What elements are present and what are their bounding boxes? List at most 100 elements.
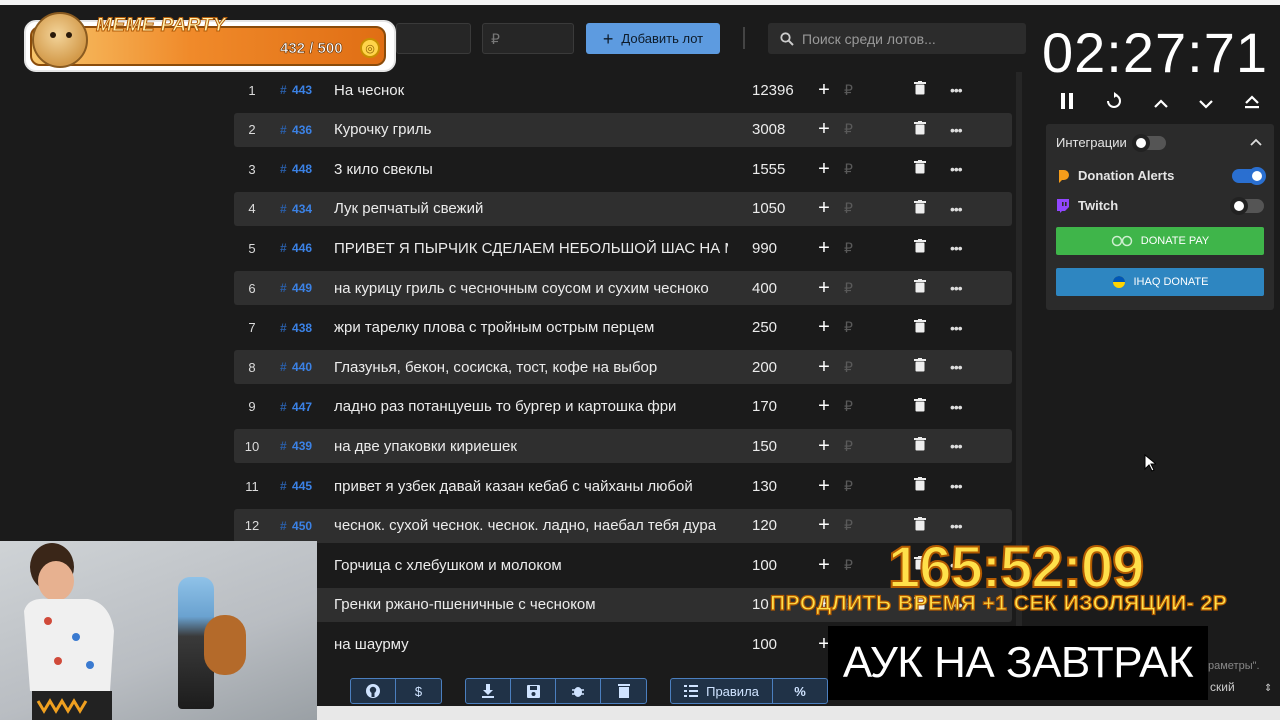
- ruble-icon[interactable]: ₽: [844, 438, 864, 455]
- lot-name[interactable]: ПРИВЕТ Я ПЫРЧИК СДЕЛАЕМ НЕБОЛЬШОЙ ШАС НА…: [334, 240, 728, 257]
- add-amount-button[interactable]: +: [812, 475, 836, 498]
- add-amount-button[interactable]: +: [812, 395, 836, 418]
- lot-name[interactable]: привет я узбек давай казан кебаб с чайха…: [334, 478, 728, 495]
- add-amount-button[interactable]: +: [812, 316, 836, 339]
- trash-icon[interactable]: [914, 437, 928, 455]
- trash-icon[interactable]: [914, 199, 928, 218]
- lot-row[interactable]: 1 # 443 На чеснок 12396 + ₽ •••: [234, 73, 1012, 107]
- add-lot-button[interactable]: + Добавить лот: [586, 23, 720, 54]
- ruble-icon[interactable]: ₽: [844, 82, 864, 99]
- amount-input[interactable]: ₽: [482, 23, 574, 54]
- donate-pay-button[interactable]: DONATE PAY: [1056, 227, 1264, 255]
- integrations-header[interactable]: Интеграции: [1056, 135, 1127, 150]
- ruble-icon[interactable]: ₽: [844, 478, 864, 495]
- save-button[interactable]: [511, 679, 556, 703]
- trash-icon[interactable]: [914, 318, 928, 337]
- more-options-icon[interactable]: •••: [950, 399, 970, 415]
- lot-name[interactable]: Гренки ржано-пшеничные с чесноком: [334, 596, 728, 613]
- add-amount-button[interactable]: +: [812, 554, 836, 577]
- add-amount-button[interactable]: +: [812, 514, 836, 537]
- github-button[interactable]: [351, 679, 396, 703]
- more-options-icon[interactable]: •••: [950, 201, 970, 217]
- lot-row[interactable]: 3 # 448 3 кило свеклы 1555 + ₽ •••: [234, 152, 1012, 186]
- lot-name[interactable]: ладно раз потанцуешь то бургер и картошк…: [334, 398, 728, 415]
- ihaq-donate-button[interactable]: IHAQ DONATE: [1056, 268, 1264, 296]
- bug-report-button[interactable]: [556, 679, 601, 703]
- lot-name[interactable]: Горчица с хлебушком и молоком: [334, 557, 728, 574]
- more-options-icon[interactable]: •••: [950, 359, 970, 375]
- add-amount-button[interactable]: +: [812, 237, 836, 260]
- lot-name[interactable]: на шаурму: [334, 636, 728, 653]
- trash-icon[interactable]: [914, 160, 928, 178]
- ruble-icon[interactable]: ₽: [844, 398, 864, 415]
- add-amount-button[interactable]: +: [812, 118, 836, 141]
- add-amount-button[interactable]: +: [812, 356, 836, 379]
- ruble-icon[interactable]: ₽: [844, 121, 864, 138]
- trash-icon[interactable]: [914, 477, 928, 495]
- search-input[interactable]: Поиск среди лотов...: [768, 23, 1026, 54]
- donation-alerts-toggle[interactable]: [1232, 167, 1266, 185]
- more-options-icon[interactable]: •••: [950, 438, 970, 454]
- ruble-icon[interactable]: ₽: [844, 319, 864, 336]
- double-time-button[interactable]: [1244, 93, 1260, 114]
- integrations-toggle[interactable]: [1132, 134, 1166, 152]
- reset-timer-button[interactable]: [1105, 91, 1123, 115]
- ruble-icon[interactable]: ₽: [844, 359, 864, 376]
- percent-button[interactable]: %: [773, 679, 827, 703]
- more-options-icon[interactable]: •••: [950, 161, 970, 177]
- ruble-icon[interactable]: ₽: [844, 161, 864, 178]
- lot-name[interactable]: 3 кило свеклы: [334, 161, 728, 178]
- lot-row[interactable]: 2 # 436 Курочку гриль 3008 + ₽ •••: [234, 112, 1012, 147]
- lot-row[interactable]: 4 # 434 Лук репчатый свежий 1050 + ₽ •••: [234, 191, 1012, 226]
- trash-icon[interactable]: [914, 239, 928, 257]
- more-options-icon[interactable]: •••: [950, 280, 970, 296]
- donate-dollar-button[interactable]: $: [396, 679, 441, 703]
- ruble-icon[interactable]: ₽: [844, 200, 864, 217]
- lot-name[interactable]: на курицу гриль с чесночным соусом и сух…: [334, 280, 728, 297]
- twitch-toggle[interactable]: [1230, 197, 1264, 215]
- more-options-icon[interactable]: •••: [950, 478, 970, 494]
- download-button[interactable]: [466, 679, 511, 703]
- trash-icon[interactable]: [914, 279, 928, 297]
- add-time-button[interactable]: [1154, 93, 1168, 114]
- lot-row[interactable]: 6 # 449 на курицу гриль с чесночным соусом…: [234, 271, 1012, 305]
- add-amount-button[interactable]: +: [812, 158, 836, 181]
- lot-name-input[interactable]: [396, 23, 471, 54]
- lot-name[interactable]: на две упаковки кириешек: [334, 438, 728, 455]
- add-amount-button[interactable]: +: [812, 197, 836, 220]
- lot-name[interactable]: Глазунья, бекон, сосиска, тост, кофе на …: [334, 359, 728, 376]
- more-options-icon[interactable]: •••: [950, 122, 970, 138]
- rules-button[interactable]: Правила: [671, 679, 773, 703]
- add-amount-button[interactable]: +: [812, 79, 836, 102]
- more-options-icon[interactable]: •••: [950, 320, 970, 336]
- ruble-icon[interactable]: ₽: [844, 517, 864, 534]
- lot-row[interactable]: 7 # 438 жри тарелку плова с тройным острым…: [234, 311, 1012, 345]
- lot-name[interactable]: жри тарелку плова с тройным острым перце…: [334, 319, 728, 336]
- add-amount-button[interactable]: +: [812, 277, 836, 300]
- pause-button[interactable]: [1060, 92, 1074, 114]
- trash-icon[interactable]: [914, 516, 928, 535]
- add-amount-button[interactable]: +: [812, 435, 836, 458]
- trash-icon[interactable]: [914, 120, 928, 139]
- trash-icon[interactable]: [914, 397, 928, 416]
- lot-row[interactable]: 8 # 440 Глазунья, бекон, сосиска, тост, к…: [234, 350, 1012, 385]
- lot-row[interactable]: 11 # 445 привет я узбек давай казан кебаб …: [234, 469, 1012, 503]
- lot-row[interactable]: 5 # 446 ПРИВЕТ Я ПЫРЧИК СДЕЛАЕМ НЕБОЛЬШОЙ …: [234, 231, 1012, 265]
- lot-name[interactable]: На чеснок: [334, 82, 728, 99]
- more-options-icon[interactable]: •••: [950, 240, 970, 256]
- ruble-icon[interactable]: ₽: [844, 557, 864, 574]
- lot-name[interactable]: чеснок. сухой чеснок. чеснок. ладно, нае…: [334, 517, 728, 534]
- chevron-up-icon[interactable]: [1250, 138, 1262, 146]
- clear-lots-button[interactable]: [601, 679, 646, 703]
- trash-icon[interactable]: [914, 358, 928, 376]
- more-options-icon[interactable]: •••: [950, 82, 970, 98]
- ruble-icon[interactable]: ₽: [844, 240, 864, 257]
- lot-name[interactable]: Курочку гриль: [334, 121, 728, 138]
- subtract-time-button[interactable]: [1199, 93, 1213, 114]
- ruble-icon[interactable]: ₽: [844, 280, 864, 297]
- trash-icon[interactable]: [914, 81, 928, 99]
- lot-name[interactable]: Лук репчатый свежий: [334, 200, 728, 217]
- lot-row[interactable]: 10 # 439 на две упаковки кириешек 150 + ₽ •••: [234, 429, 1012, 464]
- lot-row[interactable]: 9 # 447 ладно раз потанцуешь то бургер и к…: [234, 390, 1012, 424]
- more-options-icon[interactable]: •••: [950, 518, 970, 534]
